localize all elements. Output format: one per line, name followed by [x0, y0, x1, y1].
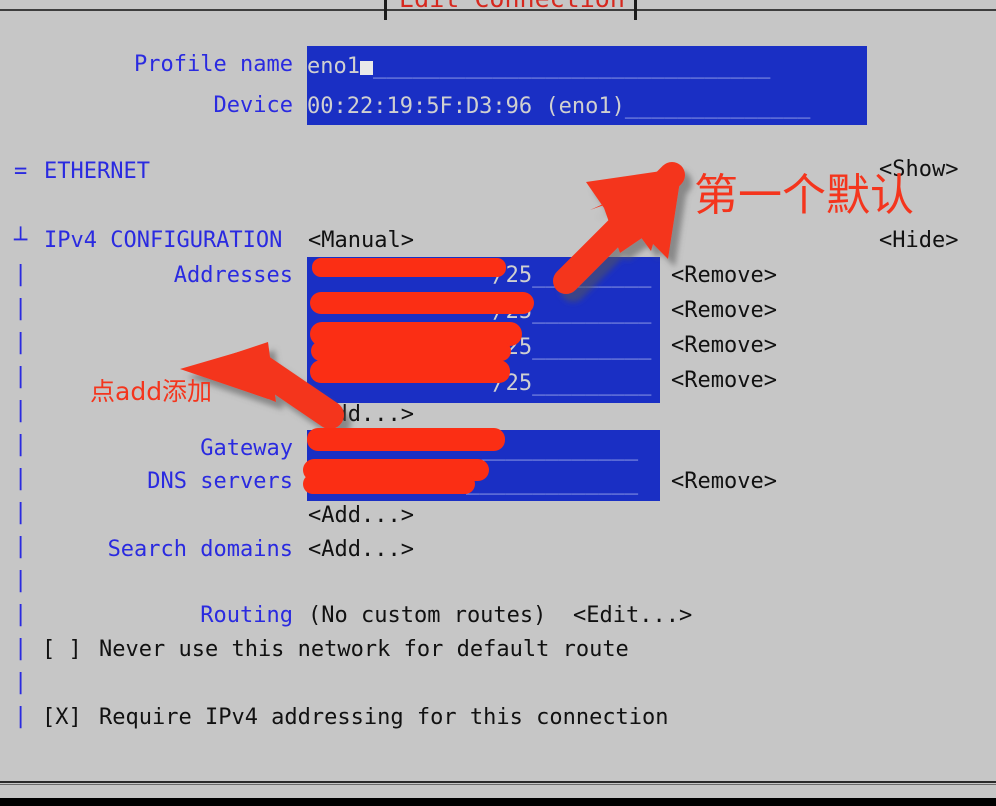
- address-value-1: /25: [307, 299, 533, 324]
- device-label: Device: [213, 93, 293, 118]
- title-bracket-right: [634, 0, 637, 20]
- profile-name-value: eno1: [307, 54, 360, 79]
- dns-server-input-0[interactable]: _____________: [307, 464, 660, 501]
- address-remove-button-3[interactable]: <Remove>: [671, 364, 777, 398]
- address-remove-button-0[interactable]: <Remove>: [671, 259, 777, 293]
- tree-bar: |: [14, 364, 28, 389]
- address-value-2: /25: [307, 335, 533, 360]
- window-title: Edit Connection: [392, 0, 632, 16]
- tree-bar: |: [14, 398, 28, 423]
- annotation-first-default: 第一个默认: [694, 170, 914, 221]
- screen-bottom-bar: [0, 798, 996, 806]
- dns-remove-button-0[interactable]: <Remove>: [671, 465, 777, 499]
- address-input-0[interactable]: /25_________: [307, 257, 660, 295]
- gateway-input[interactable]: _____________: [307, 430, 660, 467]
- ipv4-hide-button[interactable]: <Hide>: [879, 224, 958, 258]
- never-default-route-label: Never use this network for default route: [99, 637, 629, 662]
- tree-bar: |: [14, 704, 28, 729]
- addresses-add-button[interactable]: <Add...>: [308, 398, 414, 432]
- tree-bar: |: [14, 568, 28, 593]
- text-cursor: [359, 61, 373, 75]
- require-ipv4-label: Require IPv4 addressing for this connect…: [99, 705, 669, 730]
- dns-servers-label: DNS servers: [147, 469, 293, 494]
- address-remove-button-1[interactable]: <Remove>: [671, 294, 777, 328]
- routing-label: Routing: [200, 603, 293, 628]
- routing-edit-button[interactable]: <Edit...>: [573, 599, 692, 633]
- address-filler-1: _________: [532, 299, 652, 324]
- gateway-filler: _____________: [465, 436, 639, 461]
- tree-bar: |: [14, 330, 28, 355]
- device-input[interactable]: 00:22:19:5F:D3:96 (eno1)______________: [307, 87, 867, 125]
- routing-value: (No custom routes): [308, 603, 547, 628]
- tree-bar: |: [14, 636, 28, 661]
- window-bottom-border: [0, 781, 996, 783]
- addresses-label: Addresses: [173, 263, 293, 288]
- ethernet-tree-glyph: =: [14, 159, 28, 184]
- window-bottom-border-shadow: [0, 784, 996, 785]
- address-filler-2: _________: [532, 335, 652, 360]
- ipv4-section-title: IPv4 CONFIGURATION: [44, 228, 283, 253]
- profile-name-label: Profile name: [134, 52, 293, 77]
- address-remove-button-2[interactable]: <Remove>: [671, 329, 777, 363]
- tree-bar: |: [14, 296, 28, 321]
- tree-bar: |: [14, 500, 28, 525]
- ipv4-tree-glyph: ┴: [14, 228, 28, 253]
- address-value-3: /25: [307, 371, 533, 396]
- profile-name-input[interactable]: eno1 ______________________________: [307, 46, 867, 88]
- nmtui-edit-connection-screen: Edit Connection Profile name eno1 _______…: [0, 0, 996, 806]
- address-input-1[interactable]: /25_________: [307, 293, 660, 331]
- search-domains-label: Search domains: [107, 537, 293, 562]
- ipv4-method-select[interactable]: <Manual>: [308, 224, 414, 258]
- search-domains-add-button[interactable]: <Add...>: [308, 533, 414, 567]
- annotation-click-add: 点add添加: [90, 377, 213, 406]
- dns-server-value-0: [307, 470, 466, 495]
- address-filler-3: _________: [532, 371, 652, 396]
- gateway-value: [307, 436, 466, 461]
- address-input-2[interactable]: /25_________: [307, 329, 660, 367]
- gateway-label: Gateway: [200, 436, 293, 461]
- require-ipv4-checkbox[interactable]: [X]: [42, 701, 82, 735]
- title-bracket-left: [384, 0, 387, 20]
- device-value: 00:22:19:5F:D3:96 (eno1): [307, 94, 625, 119]
- tree-bar: |: [14, 670, 28, 695]
- profile-name-filler: ______________________________: [372, 54, 771, 79]
- never-default-route-checkbox[interactable]: [ ]: [42, 633, 82, 667]
- device-filler: ______________: [624, 94, 811, 119]
- address-value-0: /25: [307, 263, 533, 288]
- dns-server-filler-0: _____________: [465, 470, 639, 495]
- ethernet-section-title: ETHERNET: [44, 159, 150, 184]
- address-filler-0: _________: [532, 263, 652, 288]
- dns-add-button[interactable]: <Add...>: [308, 499, 414, 533]
